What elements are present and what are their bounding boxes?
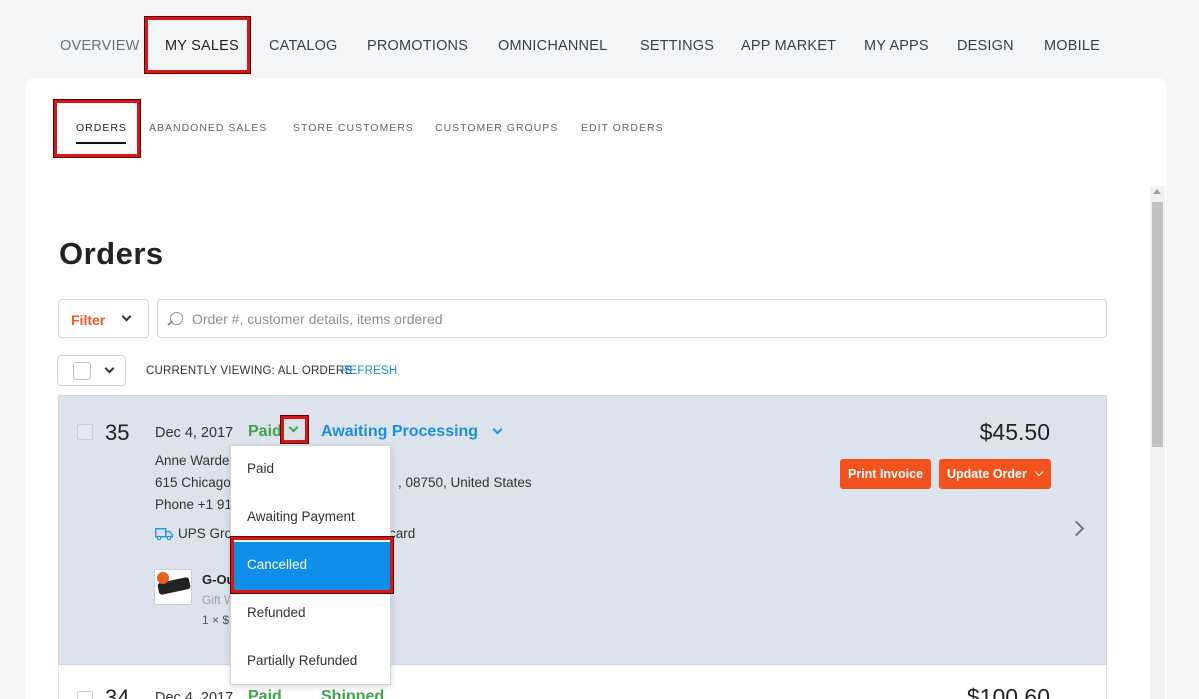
sub-navigation: ORDERS ABANDONED SALES STORE CUSTOMERS C…: [26, 78, 1166, 178]
chevron-down-icon[interactable]: [104, 363, 115, 374]
shipping-method: UPS Gro: [178, 526, 233, 541]
search-input[interactable]: [192, 308, 1072, 330]
subnav-edit-orders[interactable]: EDIT ORDERS: [581, 122, 664, 134]
truck-icon: [155, 528, 173, 540]
search-box[interactable]: [157, 299, 1107, 338]
update-order-button[interactable]: Update Order: [939, 459, 1051, 489]
update-order-label: Update Order: [947, 467, 1027, 481]
order-date: Dec 4, 2017: [155, 425, 234, 441]
customer-name: Anne Warde: [155, 453, 230, 468]
menu-option-partially-refunded[interactable]: Partially Refunded: [231, 638, 390, 686]
fulfillment-status[interactable]: Awaiting Processing: [321, 423, 478, 441]
order-number: 34: [105, 685, 130, 699]
chevron-right-icon[interactable]: [1068, 520, 1085, 537]
fulfillment-status[interactable]: Shipped: [321, 688, 384, 699]
product-quantity: 1 × $: [202, 613, 230, 627]
highlight-box-cancelled: [231, 537, 393, 593]
refresh-link[interactable]: REFRESH: [341, 365, 397, 377]
currently-viewing-label: CURRENTLY VIEWING: ALL ORDERS: [146, 365, 353, 377]
nav-settings[interactable]: SETTINGS: [640, 38, 714, 54]
subnav-store-customers[interactable]: STORE CUSTOMERS: [293, 122, 414, 134]
nav-catalog[interactable]: CATALOG: [269, 38, 338, 54]
order-amount: $100.60: [966, 684, 1050, 699]
order-date: Dec 4, 2017: [155, 690, 234, 699]
product-thumbnail: [154, 569, 192, 605]
order-row[interactable]: 35 Dec 4, 2017 Paid Awaiting Processing …: [58, 395, 1107, 665]
highlight-box-payment-toggle: [281, 416, 308, 443]
print-invoice-button[interactable]: Print Invoice: [840, 459, 932, 489]
nav-app-market[interactable]: APP MARKET: [741, 38, 836, 54]
bulk-select-dropdown[interactable]: [57, 355, 126, 386]
filter-label: Filter: [71, 312, 106, 328]
order-number: 35: [105, 420, 130, 445]
highlight-box-orders: [54, 100, 140, 157]
nav-overview[interactable]: OVERVIEW: [60, 38, 140, 54]
order-checkbox[interactable]: [77, 424, 93, 440]
order-amount: $45.50: [979, 419, 1050, 445]
menu-option-paid[interactable]: Paid: [231, 446, 390, 494]
print-invoice-label: Print Invoice: [848, 467, 924, 481]
customer-address: 615 Chicago: [155, 475, 231, 490]
nav-omnichannel[interactable]: OMNICHANNEL: [498, 38, 607, 54]
menu-option-awaiting-payment[interactable]: Awaiting Payment: [231, 494, 390, 542]
search-icon: [170, 312, 183, 325]
payment-status[interactable]: Paid: [248, 688, 282, 699]
subnav-customer-groups[interactable]: CUSTOMER GROUPS: [435, 122, 558, 134]
order-row[interactable]: 34 Dec 4, 2017 Paid Shipped $100.60: [58, 665, 1107, 699]
nav-my-apps[interactable]: MY APPS: [864, 38, 929, 54]
chevron-down-icon: [1034, 467, 1044, 477]
subnav-abandoned-sales[interactable]: ABANDONED SALES: [149, 122, 267, 134]
nav-mobile[interactable]: MOBILE: [1044, 38, 1100, 54]
customer-phone: Phone +1 91: [155, 497, 232, 512]
payment-status[interactable]: Paid: [248, 423, 282, 441]
filter-button[interactable]: Filter: [58, 299, 149, 338]
order-checkbox[interactable]: [77, 691, 93, 699]
highlight-box-my-sales: [145, 17, 250, 73]
nav-design[interactable]: DESIGN: [957, 38, 1014, 54]
chevron-down-icon: [121, 311, 132, 322]
scroll-up-arrow-icon[interactable]: [1153, 189, 1161, 194]
menu-option-refunded[interactable]: Refunded: [231, 590, 390, 638]
customer-address-end: , 08750, United States: [398, 475, 532, 490]
page-title: Orders: [59, 236, 164, 271]
nav-promotions[interactable]: PROMOTIONS: [367, 38, 468, 54]
chevron-down-icon[interactable]: [492, 424, 503, 435]
select-all-checkbox[interactable]: [73, 362, 91, 380]
scrollbar-thumb[interactable]: [1152, 202, 1163, 447]
